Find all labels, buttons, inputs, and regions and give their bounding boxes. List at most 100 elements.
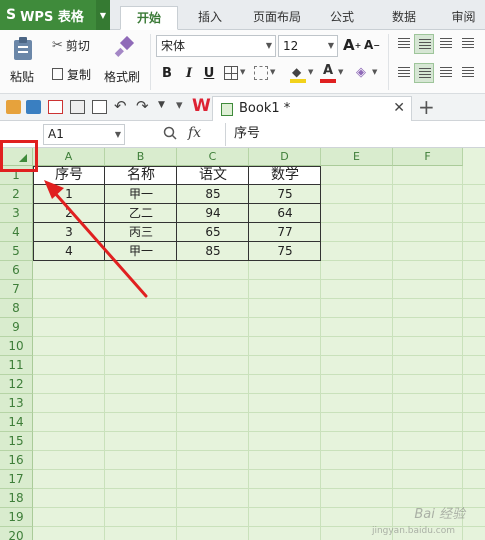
italic-button[interactable]: I bbox=[180, 64, 198, 84]
chevron-down-icon[interactable]: ▼ bbox=[372, 68, 377, 76]
save-icon[interactable] bbox=[26, 100, 41, 114]
chevron-down-icon[interactable]: ▼ bbox=[240, 68, 245, 76]
table-cell[interactable]: 1 bbox=[33, 185, 105, 204]
table-header-cell[interactable]: 名称 bbox=[105, 166, 177, 185]
chevron-down-icon[interactable]: ▼ bbox=[308, 68, 313, 76]
tab-review[interactable]: 审阅 bbox=[442, 6, 485, 30]
name-box[interactable]: A1 ▼ bbox=[43, 124, 125, 145]
increase-font-button[interactable]: A + bbox=[343, 36, 361, 54]
bold-button[interactable]: B bbox=[158, 64, 176, 84]
tab-home[interactable]: 开始 bbox=[120, 6, 178, 30]
print-preview-icon[interactable] bbox=[92, 100, 107, 114]
copy-button[interactable]: 复制 bbox=[52, 64, 91, 84]
font-color-button[interactable]: A bbox=[320, 63, 336, 83]
table-cell[interactable]: 94 bbox=[177, 204, 249, 223]
tab-data[interactable]: 数据 bbox=[380, 6, 428, 30]
row-header-9[interactable]: 9 bbox=[0, 318, 33, 337]
row-header-10[interactable]: 10 bbox=[0, 337, 33, 356]
brush-icon bbox=[114, 36, 135, 57]
font-name-select[interactable]: 宋体 ▼ bbox=[156, 35, 276, 57]
open-folder-icon[interactable] bbox=[6, 100, 21, 114]
row-header-20[interactable]: 20 bbox=[0, 527, 33, 540]
table-header-cell[interactable]: 数学 bbox=[249, 166, 321, 185]
close-icon[interactable]: ✕ bbox=[393, 100, 405, 116]
new-tab-button[interactable]: + bbox=[418, 95, 435, 119]
table-header-cell[interactable]: 语文 bbox=[177, 166, 249, 185]
column-header-f[interactable]: F bbox=[393, 148, 463, 166]
app-menu-button[interactable]: S WPS 表格 ▼ bbox=[0, 0, 110, 30]
clear-format-icon[interactable]: ◈ bbox=[356, 65, 366, 80]
column-header-e[interactable]: E bbox=[321, 148, 393, 166]
align-center-button[interactable] bbox=[414, 63, 434, 83]
row-header-15[interactable]: 15 bbox=[0, 432, 33, 451]
row-header-5[interactable]: 5 bbox=[0, 242, 33, 261]
wrap-text-button[interactable] bbox=[458, 34, 478, 54]
row-header-7[interactable]: 7 bbox=[0, 280, 33, 299]
tab-formulas[interactable]: 公式 bbox=[320, 6, 364, 30]
undo-icon[interactable]: ↶ bbox=[114, 97, 127, 115]
table-cell[interactable]: 甲一 bbox=[105, 185, 177, 204]
function-icon[interactable]: fx bbox=[188, 125, 201, 141]
row-header-8[interactable]: 8 bbox=[0, 299, 33, 318]
row-header-18[interactable]: 18 bbox=[0, 489, 33, 508]
column-header-d[interactable]: D bbox=[249, 148, 321, 166]
table-cell[interactable]: 75 bbox=[249, 242, 321, 261]
underline-button[interactable]: U bbox=[200, 64, 218, 84]
more-icon[interactable]: ▾ bbox=[176, 98, 183, 113]
print-icon[interactable] bbox=[70, 100, 85, 114]
row-header-2[interactable]: 2 bbox=[0, 185, 33, 204]
tab-insert[interactable]: 插入 bbox=[186, 6, 234, 30]
table-cell[interactable]: 75 bbox=[249, 185, 321, 204]
table-cell[interactable]: 64 bbox=[249, 204, 321, 223]
column-header-b[interactable]: B bbox=[105, 148, 177, 166]
row-header-4[interactable]: 4 bbox=[0, 223, 33, 242]
paste-button[interactable]: 粘贴 bbox=[6, 34, 42, 92]
borders-icon[interactable] bbox=[224, 66, 238, 80]
align-middle-button[interactable] bbox=[414, 34, 434, 54]
table-cell[interactable]: 2 bbox=[33, 204, 105, 223]
table-cell[interactable]: 77 bbox=[249, 223, 321, 242]
table-cell[interactable]: 85 bbox=[177, 185, 249, 204]
row-header-13[interactable]: 13 bbox=[0, 394, 33, 413]
table-cell[interactable]: 丙三 bbox=[105, 223, 177, 242]
table-cell[interactable]: 85 bbox=[177, 242, 249, 261]
table-cell[interactable]: 3 bbox=[33, 223, 105, 242]
chevron-down-icon[interactable]: ▼ bbox=[158, 100, 165, 110]
row-header-19[interactable]: 19 bbox=[0, 508, 33, 527]
format-painter-button[interactable]: 格式刷 bbox=[104, 34, 144, 90]
chevron-down-icon[interactable]: ▼ bbox=[338, 68, 343, 76]
table-cell[interactable]: 65 bbox=[177, 223, 249, 242]
row-header-3[interactable]: 3 bbox=[0, 204, 33, 223]
table-cell[interactable]: 乙二 bbox=[105, 204, 177, 223]
formula-input[interactable]: 序号 bbox=[225, 123, 485, 146]
table-cell[interactable]: 4 bbox=[33, 242, 105, 261]
row-header-16[interactable]: 16 bbox=[0, 451, 33, 470]
align-top-button[interactable] bbox=[394, 34, 414, 54]
column-header-a[interactable]: A bbox=[33, 148, 105, 166]
document-tab[interactable]: Book1 * ✕ bbox=[212, 96, 412, 121]
align-right-button[interactable] bbox=[436, 63, 456, 83]
magnifier-icon[interactable] bbox=[163, 126, 177, 140]
chevron-down-icon[interactable]: ▼ bbox=[96, 0, 110, 30]
column-header-c[interactable]: C bbox=[177, 148, 249, 166]
redo-icon[interactable]: ↷ bbox=[136, 97, 149, 115]
align-left-button[interactable] bbox=[394, 63, 414, 83]
row-header-14[interactable]: 14 bbox=[0, 413, 33, 432]
row-header-11[interactable]: 11 bbox=[0, 356, 33, 375]
justify-button[interactable] bbox=[458, 63, 478, 83]
export-pdf-icon[interactable] bbox=[48, 100, 63, 114]
fill-color-button[interactable]: ◆ bbox=[290, 65, 306, 83]
row-header-12[interactable]: 12 bbox=[0, 375, 33, 394]
table-header-cell[interactable]: 序号 bbox=[33, 166, 105, 185]
cut-button[interactable]: ✂ 剪切 bbox=[52, 35, 90, 55]
worksheet-grid[interactable]: A B C D E F 1 2 3 4 5 6 7 8 9 10 11 12 13 14 15 16 17 18 19 20 序号名… bbox=[0, 148, 485, 540]
tab-page-layout[interactable]: 页面布局 bbox=[244, 6, 310, 30]
row-header-17[interactable]: 17 bbox=[0, 470, 33, 489]
font-size-select[interactable]: 12 ▼ bbox=[278, 35, 338, 57]
row-header-6[interactable]: 6 bbox=[0, 261, 33, 280]
merge-cells-icon[interactable] bbox=[254, 66, 268, 80]
decrease-font-button[interactable]: A − bbox=[364, 38, 380, 52]
table-cell[interactable]: 甲一 bbox=[105, 242, 177, 261]
align-bottom-button[interactable] bbox=[436, 34, 456, 54]
chevron-down-icon[interactable]: ▼ bbox=[270, 68, 275, 76]
